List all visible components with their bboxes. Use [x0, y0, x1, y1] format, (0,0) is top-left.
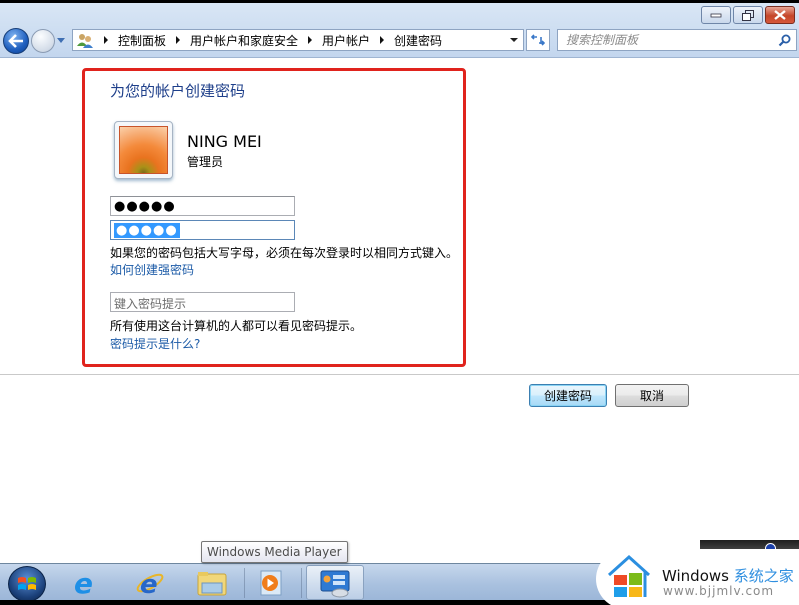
windows-logo-icon: [18, 577, 36, 590]
control-panel-icon: [320, 570, 350, 597]
taskbar-internet-explorer-2[interactable]: e: [124, 565, 176, 600]
strong-password-link[interactable]: 如何创建强密码: [110, 261, 194, 278]
breadcrumb-separator[interactable]: [308, 36, 313, 44]
taskbar-control-panel[interactable]: [306, 565, 364, 600]
address-dropdown-icon[interactable]: [510, 38, 518, 42]
close-icon: [774, 10, 786, 20]
watermark-brand: Windows: [662, 567, 729, 585]
folder-icon: [197, 571, 227, 595]
taskbar-windows-media-player[interactable]: [244, 565, 296, 600]
watermark-brand-cn: 系统之家: [733, 567, 794, 585]
search-box[interactable]: [557, 29, 797, 51]
breadcrumb-separator[interactable]: [380, 36, 385, 44]
new-password-value: ●●●●●: [114, 198, 176, 214]
address-bar[interactable]: 控制面板 用户帐户和家庭安全 用户帐户 创建密码: [72, 29, 524, 51]
close-button[interactable]: [765, 6, 795, 24]
user-name: NING MEI: [187, 132, 262, 151]
restore-button[interactable]: [733, 6, 763, 24]
internet-explorer-icon: e: [136, 570, 164, 598]
breadcrumb-user-accounts-family-safety[interactable]: 用户帐户和家庭安全: [190, 32, 298, 49]
restore-icon: [742, 9, 754, 21]
taskbar-windows-explorer[interactable]: [186, 565, 238, 600]
separator: [0, 374, 799, 375]
taskbar-divider: [301, 568, 302, 598]
breadcrumb-separator[interactable]: [176, 36, 181, 44]
watermark-house-logo-icon: [605, 553, 657, 605]
recent-pages-dropdown[interactable]: [57, 38, 65, 43]
hint-visibility-note: 所有使用这台计算机的人都可以看见密码提示。: [110, 319, 363, 333]
start-button[interactable]: [8, 566, 46, 602]
media-player-icon: [260, 570, 282, 595]
back-arrow-icon: [8, 34, 23, 48]
password-hint-field[interactable]: [110, 292, 295, 313]
page-title: 为您的帐户创建密码: [110, 82, 246, 100]
users-icon: [76, 32, 94, 48]
taskbar-tooltip: Windows Media Player: [201, 541, 348, 563]
search-input[interactable]: [558, 33, 758, 47]
internet-explorer-icon: e: [74, 568, 93, 598]
forward-button[interactable]: [31, 29, 55, 53]
password-hint-input[interactable]: [111, 295, 294, 313]
confirm-password-field[interactable]: ●●●●●: [110, 220, 295, 240]
caps-lock-note: 如果您的密码包括大写字母，必须在每次登录时以相同方式键入。: [110, 246, 459, 260]
create-password-button[interactable]: 创建密码: [529, 384, 607, 407]
breadcrumb-create-password[interactable]: 创建密码: [394, 32, 442, 49]
window-controls: [701, 6, 795, 24]
refresh-icon: [531, 34, 545, 46]
user-role: 管理员: [187, 155, 224, 169]
hint-help-link[interactable]: 密码提示是什么?: [110, 335, 200, 352]
back-button[interactable]: [3, 28, 29, 54]
search-icon[interactable]: [778, 34, 791, 47]
refresh-button[interactable]: [526, 29, 550, 51]
breadcrumb-user-accounts[interactable]: 用户帐户: [322, 32, 370, 49]
breadcrumb-separator: [104, 36, 108, 44]
watermark-title: Windows 系统之家: [662, 565, 794, 586]
breadcrumb-control-panel[interactable]: 控制面板: [118, 32, 166, 49]
user-avatar: [114, 121, 173, 179]
confirm-password-value: ●●●●●: [114, 222, 180, 238]
svg-text:e: e: [140, 570, 158, 598]
new-password-field[interactable]: ●●●●●: [110, 196, 295, 216]
control-panel-window: 控制面板 用户帐户和家庭安全 用户帐户 创建密码 为您的帐户创建密码 NING …: [0, 0, 799, 605]
minimize-icon: [710, 13, 722, 18]
minimize-button[interactable]: [701, 6, 731, 24]
flower-picture: [119, 126, 168, 174]
cancel-button[interactable]: 取消: [615, 384, 689, 407]
taskbar-internet-explorer[interactable]: e: [58, 565, 110, 600]
watermark-url: www.bjjmlv.com: [663, 584, 775, 598]
svg-text:e: e: [74, 568, 93, 598]
